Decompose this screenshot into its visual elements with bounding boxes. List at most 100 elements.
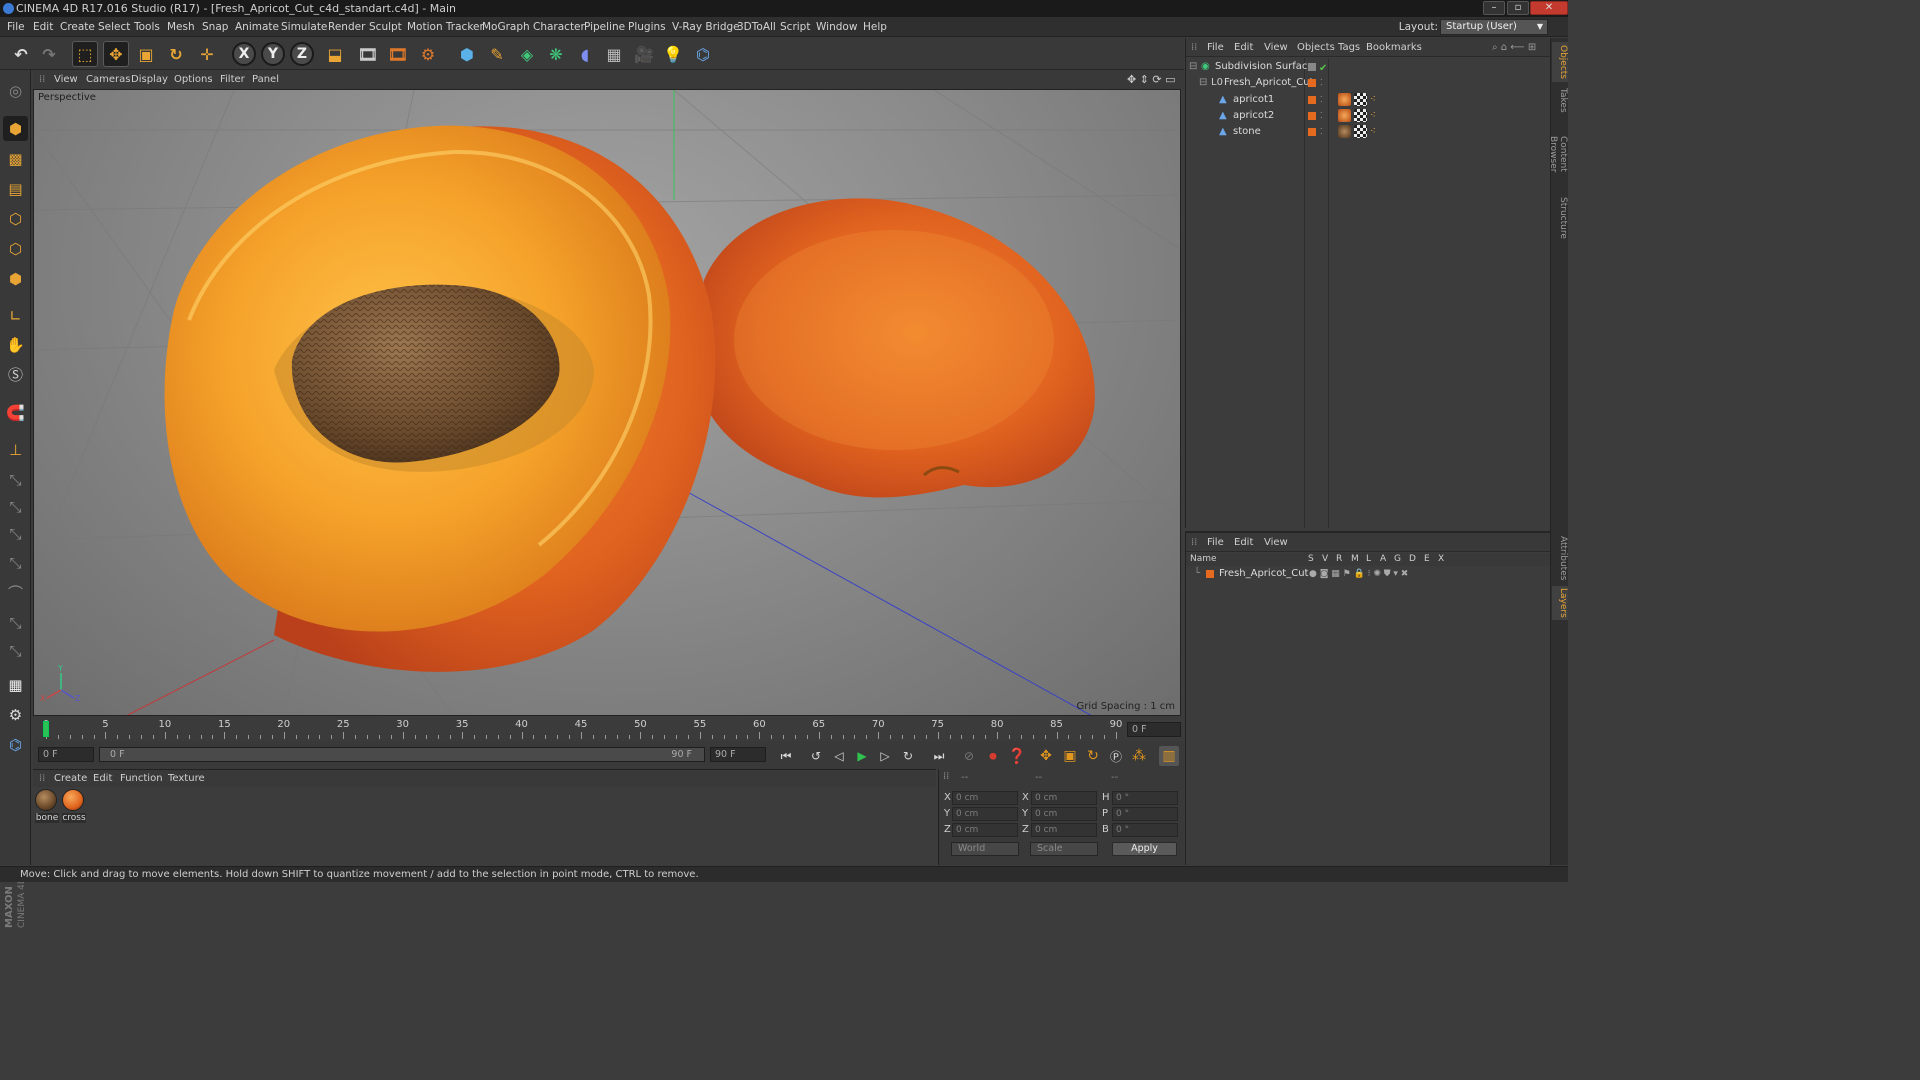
- om-menu-tags[interactable]: Tags: [1338, 38, 1360, 57]
- coordinate-system-icon[interactable]: ⬓: [322, 41, 348, 67]
- lm-menu-file[interactable]: File: [1207, 533, 1224, 552]
- visibility-dots-icon[interactable]: ⁚: [1320, 124, 1323, 140]
- workplane-mode-icon[interactable]: ▤: [3, 176, 28, 201]
- minimize-button[interactable]: –: [1483, 1, 1505, 15]
- object-row[interactable]: ▲ stone ⁚ ⁖: [1186, 124, 1551, 140]
- position-y-field[interactable]: 0 cm: [952, 807, 1018, 821]
- render-view-icon[interactable]: 🎞: [355, 41, 381, 67]
- material-tag-icon[interactable]: [1338, 125, 1351, 138]
- material-tag-icon[interactable]: [1338, 93, 1351, 106]
- uvw-tag-icon[interactable]: [1354, 109, 1367, 122]
- om-menu-file[interactable]: File: [1207, 38, 1224, 57]
- menu-motion-tracker[interactable]: Motion Tracker: [407, 17, 484, 37]
- undo-icon[interactable]: ↶: [8, 41, 34, 67]
- points-mode-icon[interactable]: ⬡: [3, 206, 28, 231]
- light-icon[interactable]: 💡: [660, 41, 686, 67]
- viewport-menu-panel[interactable]: Panel: [252, 70, 279, 89]
- timeline-ruler[interactable]: 051015202530354045505560657075808590 0 F: [33, 717, 1184, 741]
- python-console-icon[interactable]: ⌬: [3, 732, 28, 757]
- tab-layers[interactable]: Layers: [1552, 586, 1568, 620]
- om-menu-view[interactable]: View: [1264, 38, 1288, 57]
- om-menu-edit[interactable]: Edit: [1234, 38, 1253, 57]
- edges-mode-icon[interactable]: ⬡: [3, 236, 28, 261]
- tab-objects[interactable]: Objects: [1552, 42, 1568, 82]
- apply-button[interactable]: Apply: [1112, 842, 1177, 856]
- model-mode-icon[interactable]: ⬢: [3, 116, 28, 141]
- y-lock-icon[interactable]: Y: [261, 42, 285, 66]
- viewport-menu-filter[interactable]: Filter: [220, 70, 245, 89]
- next-frame-icon[interactable]: ▷: [875, 746, 895, 766]
- brush-x-icon[interactable]: ⤡: [3, 467, 28, 492]
- coordinate-mode-dropdown[interactable]: World: [951, 842, 1019, 856]
- rotation-p-field[interactable]: 0 °: [1112, 807, 1178, 821]
- rotation-b-field[interactable]: 0 °: [1112, 823, 1178, 837]
- material-menu-function[interactable]: Function: [120, 770, 163, 788]
- key-rotation-icon[interactable]: ↻: [1083, 746, 1103, 766]
- timeline-playhead[interactable]: [43, 721, 49, 737]
- solo-icon[interactable]: ⚙: [3, 702, 28, 727]
- visibility-dots-icon[interactable]: ⁚: [1320, 92, 1323, 108]
- layer-color-swatch[interactable]: [1206, 570, 1214, 578]
- menu-vray-bridge[interactable]: V-Ray Bridge: [672, 17, 740, 37]
- menu-script[interactable]: Script: [780, 17, 810, 37]
- tab-attributes[interactable]: Attributes: [1552, 533, 1568, 583]
- visibility-dots-icon[interactable]: ⁚: [1320, 108, 1323, 124]
- menu-mesh[interactable]: Mesh: [167, 17, 195, 37]
- lock-workplane-icon[interactable]: ▦: [3, 672, 28, 697]
- brush-r-icon[interactable]: ⤡: [3, 521, 28, 546]
- menu-sculpt[interactable]: Sculpt: [369, 17, 402, 37]
- size-y-field[interactable]: 0 cm: [1031, 807, 1097, 821]
- go-to-end-icon[interactable]: ⏭: [929, 746, 949, 766]
- object-row[interactable]: ⊟ ◉ Subdivision Surface ✔: [1186, 59, 1551, 75]
- previous-frame-icon[interactable]: ◁: [829, 746, 849, 766]
- key-scale-icon[interactable]: ▣: [1060, 746, 1080, 766]
- menu-plugins[interactable]: Plugins: [628, 17, 666, 37]
- tweak-mode-icon[interactable]: ✋: [3, 332, 28, 357]
- object-row[interactable]: ▲ apricot1 ⁚ ⁖: [1186, 92, 1551, 108]
- menu-snap[interactable]: Snap: [202, 17, 228, 37]
- rotation-h-field[interactable]: 0 °: [1112, 791, 1178, 805]
- layout-dropdown[interactable]: Startup (User) ▼: [1440, 19, 1548, 35]
- menu-render[interactable]: Render: [328, 17, 365, 37]
- menu-pipeline[interactable]: Pipeline: [584, 17, 625, 37]
- tab-content-browser[interactable]: Content Browser: [1548, 118, 1568, 190]
- uvw-tag-icon[interactable]: [1354, 125, 1367, 138]
- phong-tag-icon[interactable]: ⁖: [1370, 108, 1376, 124]
- record-off-icon[interactable]: ⊘: [959, 746, 979, 766]
- position-x-field[interactable]: 0 cm: [952, 791, 1018, 805]
- material-item[interactable]: bone: [35, 789, 59, 823]
- camera-icon[interactable]: 🎥: [631, 41, 657, 67]
- move-icon[interactable]: ✥: [103, 41, 129, 67]
- key-pla-icon[interactable]: ⁂: [1129, 746, 1149, 766]
- material-item[interactable]: cross: [62, 789, 86, 823]
- viewport-menu-cameras[interactable]: Cameras: [86, 70, 130, 89]
- menu-mograph[interactable]: MoGraph: [482, 17, 530, 37]
- menu-animate[interactable]: Animate: [235, 17, 279, 37]
- brush-p-icon[interactable]: ⤡: [3, 494, 28, 519]
- timeline-layout-icon[interactable]: ▥: [1159, 746, 1179, 766]
- menu-character[interactable]: Character: [533, 17, 585, 37]
- floor-icon[interactable]: ▦: [601, 41, 627, 67]
- menu-window[interactable]: Window: [816, 17, 857, 37]
- key-position-icon[interactable]: ✥: [1036, 746, 1056, 766]
- texture-mode-icon[interactable]: ▩: [3, 146, 28, 171]
- snap-icon[interactable]: Ⓢ: [3, 362, 28, 387]
- magnet-icon[interactable]: 🧲: [3, 400, 28, 425]
- array-icon[interactable]: ❋: [543, 41, 569, 67]
- menu-edit[interactable]: Edit: [33, 17, 53, 37]
- rotate-icon[interactable]: ↻: [163, 41, 189, 67]
- previous-key-icon[interactable]: ↺: [806, 746, 826, 766]
- maximize-button[interactable]: ▫: [1507, 1, 1529, 15]
- pen-icon[interactable]: ✎: [484, 41, 510, 67]
- tab-takes[interactable]: Takes: [1552, 86, 1568, 114]
- frame-range-slider[interactable]: 0 F 90 F: [99, 747, 705, 762]
- workplane-icon[interactable]: ⊥: [3, 437, 28, 462]
- menu-help[interactable]: Help: [863, 17, 887, 37]
- redo-icon[interactable]: ↷: [36, 41, 62, 67]
- size-z-field[interactable]: 0 cm: [1031, 823, 1097, 837]
- material-menu-texture[interactable]: Texture: [168, 770, 205, 788]
- menu-3dtoall[interactable]: 3DToAll: [737, 17, 776, 37]
- material-menu-edit[interactable]: Edit: [93, 770, 112, 788]
- viewport-menu-view[interactable]: View: [54, 70, 78, 89]
- phong-tag-icon[interactable]: ⁖: [1370, 124, 1376, 140]
